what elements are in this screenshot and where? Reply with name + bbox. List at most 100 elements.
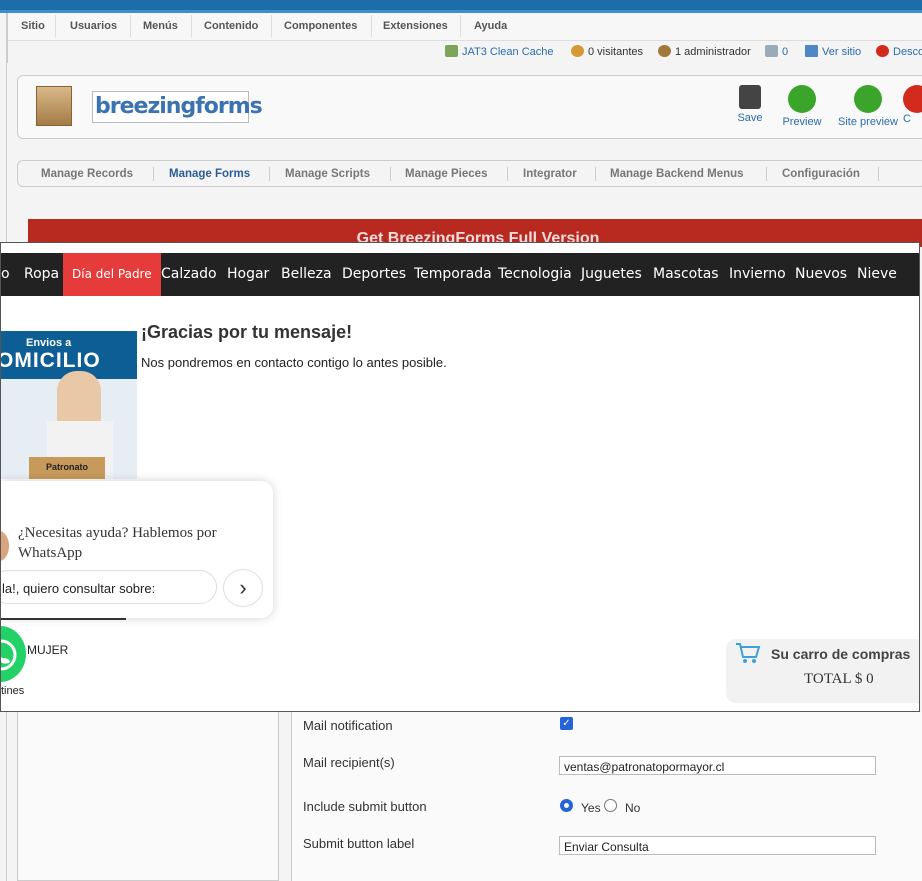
menu-menus[interactable]: Menús xyxy=(143,20,178,32)
nav-integrator[interactable]: Integrator xyxy=(523,168,577,180)
category-partial[interactable]: o xyxy=(1,266,10,282)
preview-button[interactable]: Preview xyxy=(772,85,832,128)
cache-icon xyxy=(445,45,458,57)
users-icon xyxy=(571,45,584,57)
submit-no-label: No xyxy=(625,801,641,815)
agent-avatar xyxy=(1,531,9,561)
breezingforms-logo: breezingforms xyxy=(92,91,263,123)
nav-divider xyxy=(507,167,508,181)
category-link-mujer[interactable]: MUJER xyxy=(27,643,68,657)
storefront-overlay: o Ropa Día del Padre Calzado Hogar Belle… xyxy=(0,242,920,712)
category-dia-del-padre[interactable]: Día del Padre xyxy=(63,253,161,296)
nav-divider xyxy=(390,167,391,181)
clean-cache-link[interactable]: JAT3 Clean Cache xyxy=(445,45,554,58)
menu-componentes[interactable]: Componentes xyxy=(284,20,357,32)
nav-divider xyxy=(595,167,596,181)
thanks-title: ¡Gracias por tu mensaje! xyxy=(141,322,353,342)
cart-total: TOTAL $ 0 xyxy=(804,671,874,687)
admin-top-strip xyxy=(0,0,922,13)
nav-manage-records[interactable]: Manage Records xyxy=(41,168,133,180)
menu-contenido[interactable]: Contenido xyxy=(204,20,258,32)
admin-menubar: Sitio Usuarios Menús Contenido Component… xyxy=(7,13,922,41)
category-deportes[interactable]: Deportes xyxy=(342,266,406,282)
nav-manage-forms[interactable]: Manage Forms xyxy=(169,168,250,180)
save-icon xyxy=(739,85,761,109)
category-nuevos[interactable]: Nuevos xyxy=(795,266,847,282)
whatsapp-prompt: ¿Necesitas ayuda? Hablemos por WhatsApp xyxy=(18,525,217,561)
category-hogar[interactable]: Hogar xyxy=(227,266,269,282)
mail-recipient-field[interactable]: ventas@patronatopormayor.cl xyxy=(559,756,876,775)
menu-divider xyxy=(460,15,461,37)
admin-statusbar: JAT3 Clean Cache 0 visitantes 1 administ… xyxy=(7,41,922,63)
nav-divider xyxy=(269,167,270,181)
category-tecnologia[interactable]: Tecnologia xyxy=(498,266,572,282)
divider-line xyxy=(1,618,126,620)
component-header: breezingforms Save Preview Site preview … xyxy=(17,75,922,139)
mail-recipient-label: Mail recipient(s) xyxy=(303,755,395,770)
messages-link[interactable]: 0 xyxy=(765,45,788,58)
cart-icon xyxy=(736,643,761,663)
mail-notification-checkbox[interactable]: ✓ xyxy=(560,717,573,730)
cancel-icon xyxy=(903,85,922,113)
component-subnav: Manage Records Manage Forms Manage Scrip… xyxy=(17,160,922,187)
admin-icon xyxy=(658,45,671,57)
category-belleza[interactable]: Belleza xyxy=(281,266,332,282)
category-invierno[interactable]: Invierno xyxy=(729,266,786,282)
cart-title: Su carro de compras xyxy=(771,646,911,662)
category-ropa[interactable]: Ropa xyxy=(24,266,59,282)
menu-divider xyxy=(271,15,272,37)
category-nieve[interactable]: Nieve xyxy=(857,266,897,282)
category-link-tines[interactable]: tines xyxy=(1,685,24,697)
submit-yes-label: Yes xyxy=(581,801,601,815)
logout-link[interactable]: Desco xyxy=(876,45,922,58)
nav-divider xyxy=(766,167,767,181)
category-juguetes[interactable]: Juguetes xyxy=(581,266,642,282)
menu-divider xyxy=(130,15,131,37)
thanks-message: Nos pondremos en contacto contigo lo ant… xyxy=(141,355,447,370)
admins-count: 1 administrador xyxy=(658,45,751,58)
include-submit-label: Include submit button xyxy=(303,799,427,814)
promo-line1: Envios a xyxy=(26,337,72,349)
form-properties-panel: Mail notification ✓ Mail recipient(s) ve… xyxy=(291,712,922,881)
message-icon xyxy=(765,45,778,57)
package-icon xyxy=(36,86,72,126)
mail-notification-label: Mail notification xyxy=(303,718,393,733)
promo-brand: Patronato xyxy=(29,457,105,479)
whatsapp-chat-widget: ¿Necesitas ayuda? Hablemos por WhatsApp … xyxy=(1,481,273,618)
shopping-cart-widget[interactable]: Su carro de compras TOTAL $ 0 xyxy=(726,639,919,703)
monitor-icon xyxy=(805,45,818,57)
check-icon xyxy=(788,85,816,113)
menu-divider xyxy=(55,15,56,37)
nav-configuracion[interactable]: Configuración xyxy=(782,168,860,180)
submit-no-radio[interactable] xyxy=(604,799,617,812)
nav-manage-pieces[interactable]: Manage Pieces xyxy=(405,168,487,180)
category-calzado[interactable]: Calzado xyxy=(161,266,217,282)
menu-divider xyxy=(371,15,372,37)
menu-divider xyxy=(191,15,192,37)
submit-label-label: Submit button label xyxy=(303,836,415,851)
site-preview-button[interactable]: Site preview xyxy=(838,85,898,128)
nav-divider xyxy=(878,167,879,181)
form-sidebar-panel xyxy=(17,712,279,881)
delivery-promo-image[interactable]: Envios a OMICILIO Patronato xyxy=(1,331,137,479)
check-icon xyxy=(854,85,882,113)
send-arrow-icon[interactable]: › xyxy=(223,569,263,607)
nav-manage-scripts[interactable]: Manage Scripts xyxy=(285,168,370,180)
category-nav: o Ropa Día del Padre Calzado Hogar Belle… xyxy=(1,253,919,296)
nav-manage-backend-menus[interactable]: Manage Backend Menus xyxy=(610,168,744,180)
category-mascotas[interactable]: Mascotas xyxy=(653,266,719,282)
menu-sitio[interactable]: Sitio xyxy=(21,20,45,32)
whatsapp-message-input[interactable]: la!, quiero consultar sobre: xyxy=(1,570,217,604)
submit-yes-radio[interactable] xyxy=(560,799,573,812)
cancel-button[interactable]: C xyxy=(903,85,922,125)
whatsapp-button[interactable] xyxy=(1,623,29,685)
nav-divider xyxy=(153,167,154,181)
save-button[interactable]: Save xyxy=(720,85,780,124)
view-site-link[interactable]: Ver sitio xyxy=(805,45,861,58)
menu-usuarios[interactable]: Usuarios xyxy=(70,20,117,32)
category-temporada[interactable]: Temporada xyxy=(414,266,492,282)
menu-extensiones[interactable]: Extensiones xyxy=(383,20,448,32)
submit-label-field[interactable]: Enviar Consulta xyxy=(559,836,876,855)
whatsapp-icon xyxy=(1,639,17,671)
menu-ayuda[interactable]: Ayuda xyxy=(474,20,507,32)
